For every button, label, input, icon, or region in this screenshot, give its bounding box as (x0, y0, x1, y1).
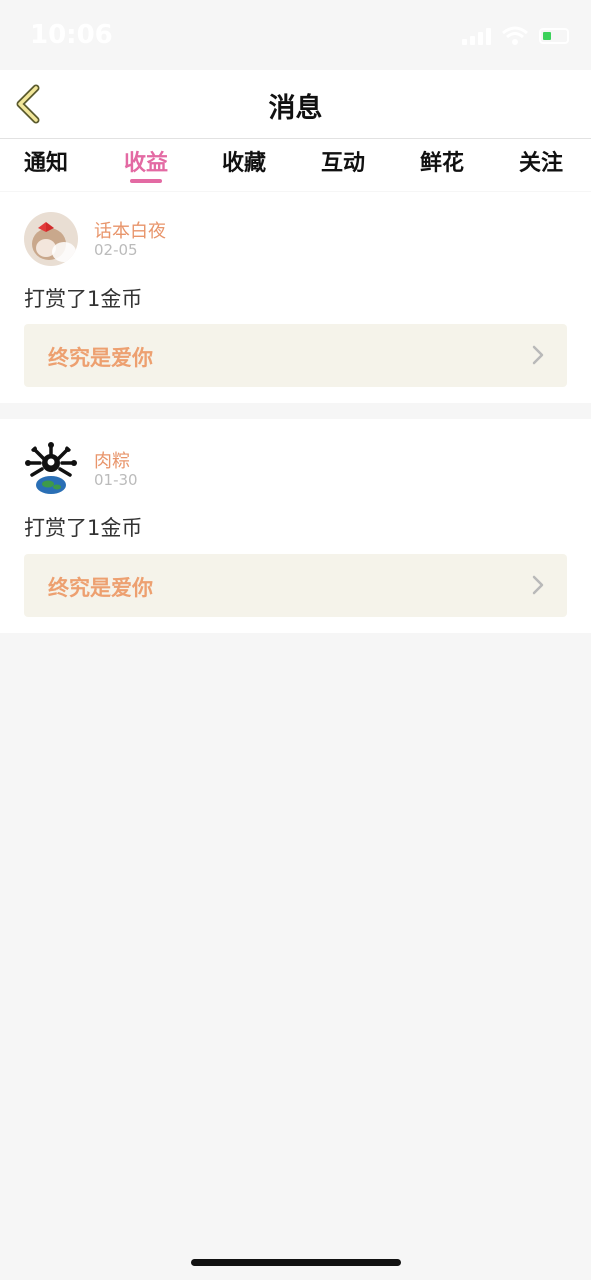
nav-bar: 消息 (0, 70, 591, 139)
work-link[interactable]: 终究是爱你 (24, 324, 567, 387)
page-title: 消息 (268, 93, 323, 124)
work-link[interactable]: 终究是爱你 (24, 554, 567, 617)
username[interactable]: 话本白夜 (94, 217, 166, 243)
chevron-right-icon (532, 345, 544, 365)
tab-following[interactable]: 关注 (519, 145, 563, 177)
wifi-icon (502, 26, 528, 45)
tab-interactions[interactable]: 互动 (321, 145, 365, 177)
message-card: 肉粽 01-30 打赏了1金币 终究是爱你 (0, 419, 591, 633)
tab-earnings[interactable]: 收益 (124, 145, 168, 177)
message-text: 打赏了1金币 (24, 287, 143, 311)
chevron-right-icon (532, 575, 544, 595)
tab-notifications[interactable]: 通知 (24, 145, 68, 177)
home-indicator (191, 1259, 401, 1266)
tab-favorites[interactable]: 收藏 (222, 145, 266, 177)
message-card: 话本白夜 02-05 打赏了1金币 终究是爱你 (0, 192, 591, 403)
work-title: 终究是爱你 (48, 576, 153, 600)
message-date: 02-05 (94, 241, 138, 259)
message-date: 01-30 (94, 471, 138, 489)
signal-icon (462, 27, 491, 45)
status-time: 10:06 (30, 20, 113, 50)
avatar[interactable] (24, 212, 78, 266)
tab-bar: 通知 收益 收藏 互动 鲜花 关注 (0, 139, 591, 191)
work-title: 终究是爱你 (48, 346, 153, 370)
username[interactable]: 肉粽 (94, 447, 130, 473)
status-icons (462, 26, 569, 46)
battery-icon (539, 28, 569, 44)
active-tab-indicator (130, 179, 162, 183)
avatar[interactable] (24, 441, 78, 495)
tab-flowers[interactable]: 鲜花 (420, 145, 464, 177)
message-text: 打赏了1金币 (24, 516, 143, 540)
status-bar: 10:06 (0, 0, 591, 70)
